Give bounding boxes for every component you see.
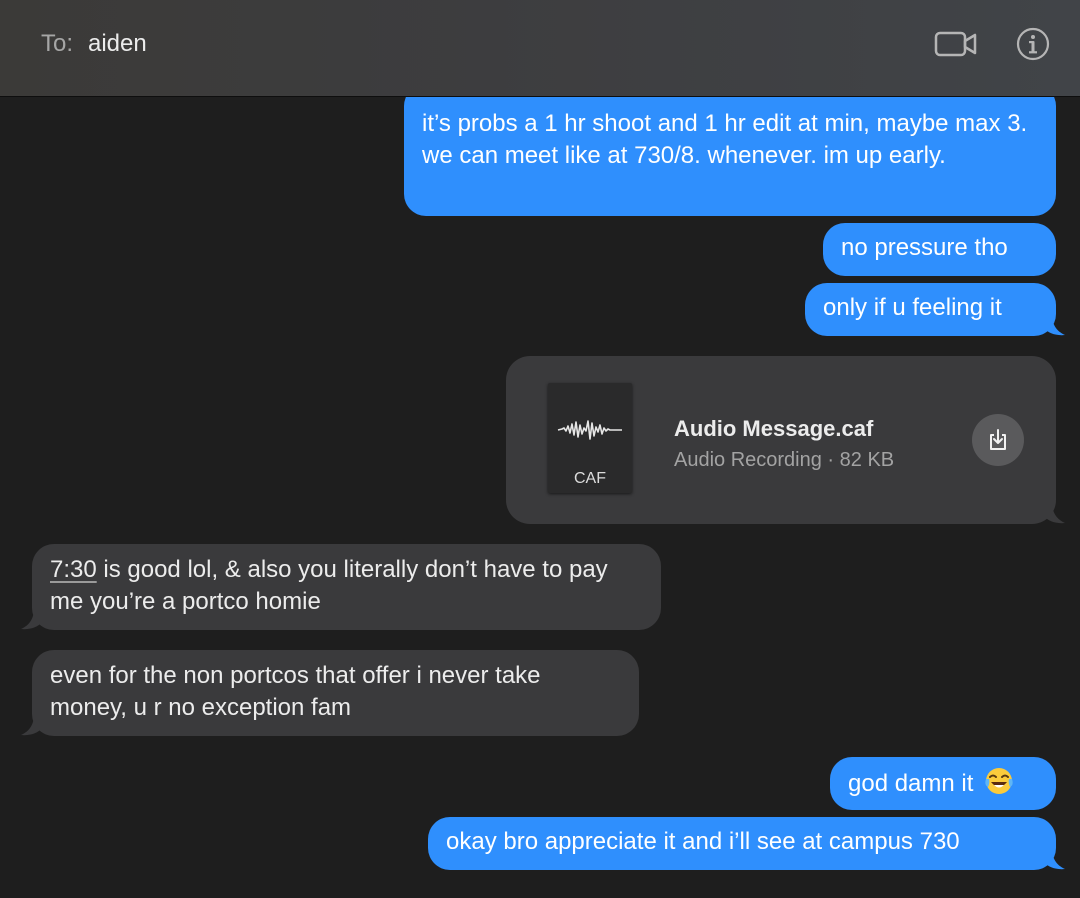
message-bubble-outgoing[interactable]: no pressure tho <box>823 223 1056 276</box>
info-icon[interactable] <box>1016 27 1050 61</box>
audio-attachment-bubble[interactable]: CAF Audio Message.caf Audio Recording · … <box>506 356 1056 524</box>
message-bubble-outgoing[interactable]: only if u feeling it <box>805 283 1056 336</box>
message-text: okay bro appreciate it and i’ll see at c… <box>446 828 960 855</box>
waveform-icon <box>557 420 622 440</box>
message-text: it’s probs a 1 hr shoot and 1 hr edit at… <box>422 110 1028 169</box>
message-text: only if u feeling it <box>823 294 1002 321</box>
bubble-tail <box>21 608 42 630</box>
message-bubble-outgoing[interactable]: it’s probs a 1 hr shoot and 1 hr edit at… <box>404 84 1056 216</box>
message-bubble-incoming[interactable]: 7:30 is good lol, & also you literally d… <box>32 544 661 630</box>
time-link[interactable]: 7:30 <box>50 556 97 583</box>
tears-of-joy-emoji-icon <box>985 768 1013 794</box>
message-bubble-incoming[interactable]: even for the non portcos that offer i ne… <box>32 650 639 736</box>
download-icon <box>990 429 1006 450</box>
bubble-tail <box>1044 848 1065 870</box>
file-type-badge: CAF <box>574 470 606 487</box>
message-text: is good lol, & also you literally don’t … <box>50 556 608 615</box>
message-bubble-outgoing[interactable]: god damn it <box>830 757 1056 810</box>
caf-file-icon: CAF <box>548 383 632 493</box>
bubble-tail <box>1044 314 1065 336</box>
attachment-meta: Audio Recording · 82 KB <box>674 449 895 471</box>
bubble-tail <box>1044 502 1065 524</box>
download-button[interactable] <box>972 414 1024 466</box>
message-text: even for the non portcos that offer i ne… <box>50 662 541 721</box>
message-text: no pressure tho <box>841 234 1008 261</box>
to-label: To: <box>41 30 74 57</box>
conversation-header: To: aiden <box>0 0 1080 97</box>
bubble-tail <box>21 714 42 736</box>
video-camera-icon[interactable] <box>934 29 978 59</box>
message-bubble-outgoing[interactable]: okay bro appreciate it and i’ll see at c… <box>428 817 1056 870</box>
attachment-file-name: Audio Message.caf <box>674 416 874 441</box>
messages-window: To: aiden it’s probs a 1 hr shoot and 1 … <box>0 0 1080 898</box>
message-text: god damn it <box>848 770 974 797</box>
recipient-name[interactable]: aiden <box>88 30 147 58</box>
